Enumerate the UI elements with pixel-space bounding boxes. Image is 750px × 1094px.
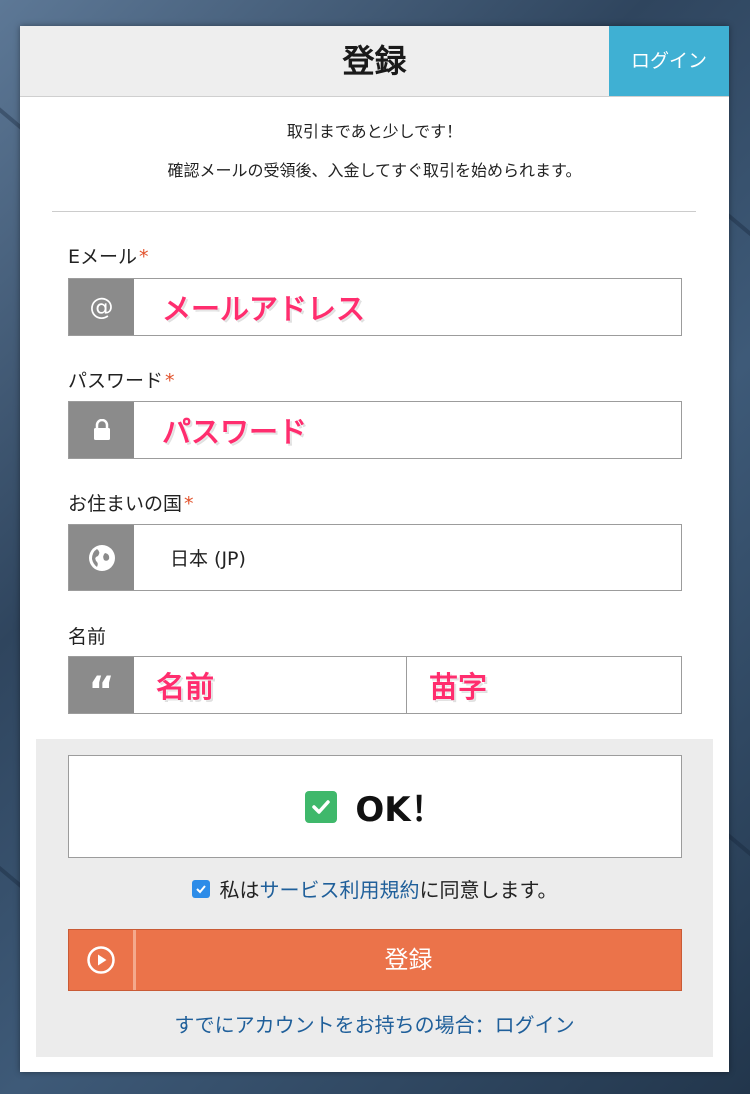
captcha-text: OK！ (355, 790, 445, 830)
captcha-box[interactable]: OK！ (68, 755, 682, 858)
page-title: 登録 (342, 42, 407, 80)
intro-line-1: 取引まであと少しです！ (286, 122, 463, 141)
terms-checkbox[interactable] (191, 879, 210, 898)
email-input[interactable]: メールアドレス (134, 279, 681, 335)
password-label-text: パスワード (68, 370, 164, 392)
country-label: お住まいの国 * (68, 489, 194, 516)
required-mark: * (139, 246, 149, 268)
required-mark: * (184, 493, 194, 515)
play-circle-icon (69, 930, 136, 990)
terms-link[interactable]: サービス利用規約 (260, 878, 420, 902)
email-label: Eメール * (68, 242, 149, 269)
intro-line-2: 確認メールの受領後、入金してすぐ取引を始められます。 (167, 161, 582, 180)
registration-modal: 登録 ログイン 取引まであと少しです！ 確認メールの受領後、入金してすぐ取引を始… (20, 26, 729, 1072)
login-prompt-text: すでにアカウントをお持ちの場合： (174, 1013, 495, 1037)
password-field[interactable]: パスワード (68, 401, 682, 459)
register-button[interactable]: 登録 (68, 929, 682, 991)
last-name-input[interactable]: 苗字 (407, 657, 681, 713)
at-icon: @ (69, 279, 134, 335)
login-link[interactable]: ログイン (495, 1013, 575, 1037)
country-label-text: お住まいの国 (68, 493, 183, 515)
modal-header: 登録 ログイン (20, 26, 729, 97)
country-select[interactable]: 日本 (JP) (68, 524, 682, 591)
first-name-input[interactable]: 名前 (134, 657, 406, 713)
password-input[interactable]: パスワード (134, 402, 681, 458)
terms-prefix: 私は (219, 878, 260, 902)
name-field: “ 名前 苗字 (68, 656, 682, 714)
country-value: 日本 (JP) (170, 548, 246, 570)
quote-icon: “ (69, 657, 134, 713)
check-icon (305, 790, 338, 823)
globe-icon (69, 525, 134, 590)
register-button-label: 登録 (384, 946, 433, 974)
terms-row: 私はサービス利用規約に同意します。 (36, 874, 713, 903)
email-label-text: Eメール (68, 246, 138, 268)
email-field[interactable]: @ メールアドレス (68, 278, 682, 336)
terms-text: 私はサービス利用規約に同意します。 (220, 874, 558, 903)
divider (52, 211, 696, 212)
password-label: パスワード * (68, 366, 175, 393)
login-prompt: すでにアカウントをお持ちの場合：ログイン (36, 1009, 713, 1038)
required-mark: * (165, 370, 175, 392)
terms-suffix: に同意します。 (419, 878, 558, 902)
bottom-panel: OK！ 私はサービス利用規約に同意します。 登録 すでにアカウントをお持ちの場合… (36, 739, 713, 1057)
name-label: 名前 (68, 626, 107, 648)
login-tab[interactable]: ログイン (609, 26, 729, 96)
lock-icon (69, 402, 134, 458)
